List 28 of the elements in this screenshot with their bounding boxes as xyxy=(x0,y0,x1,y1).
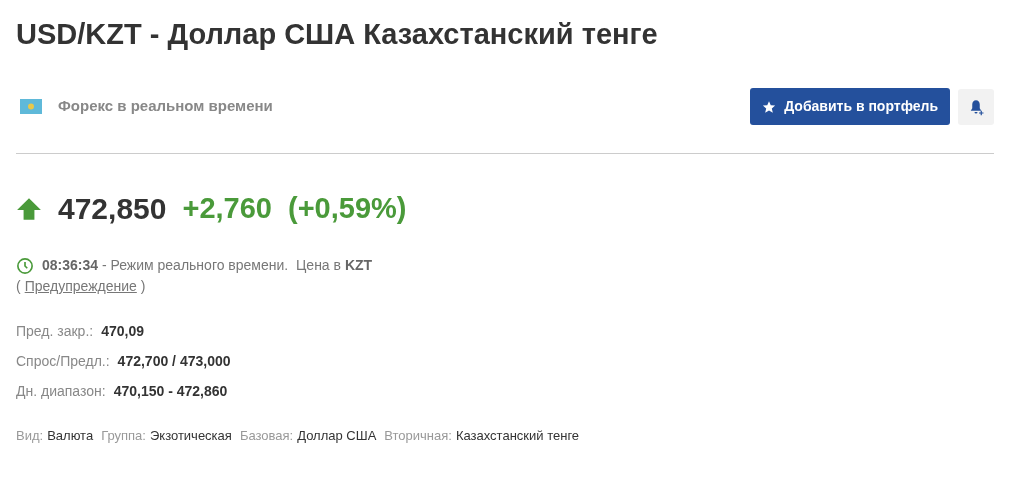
stat-value: 472,700 / 473,000 xyxy=(117,352,231,371)
star-icon xyxy=(762,99,777,114)
price-change: +2,760 xyxy=(182,190,272,226)
last-price: 472,850 xyxy=(58,191,167,227)
info-value: Казахстанский тенге xyxy=(455,427,580,445)
info-label: Базовая: xyxy=(239,427,294,445)
clock-icon xyxy=(16,256,34,275)
price-change-percent: (+0,59%) xyxy=(287,190,407,226)
alert-button[interactable] xyxy=(958,88,994,125)
info-value: Экзотическая xyxy=(149,427,232,445)
stat-label: Пред. закр.: xyxy=(16,322,94,341)
stat-value: 470,150 - 472,860 xyxy=(113,382,228,401)
info-value: Доллар США xyxy=(297,427,377,445)
flag-icon xyxy=(20,99,42,114)
parenthesis: ( xyxy=(16,277,21,296)
add-to-portfolio-button[interactable]: Добавить в портфель xyxy=(750,88,950,125)
parenthesis: ) xyxy=(140,277,146,296)
stat-label: Спрос/Предл.: xyxy=(16,352,110,371)
subtitle: Форекс в реальном времени xyxy=(58,96,273,117)
stat-value: 470,09 xyxy=(101,322,144,341)
info-label: Вторичная: xyxy=(384,427,452,445)
info-label: Вид: xyxy=(16,427,44,445)
info-label: Группа: xyxy=(101,427,146,445)
info-value: Валюта xyxy=(47,427,94,445)
stat-label: Дн. диапазон: xyxy=(16,382,106,401)
page-title: USD/KZT - Доллар США Казахстанский тенге xyxy=(16,17,659,52)
warning-link[interactable]: Предупреждение xyxy=(24,276,137,297)
status-text: 08:36:34 - Режим реального времени. Цена в KZT xyxy=(42,256,373,275)
